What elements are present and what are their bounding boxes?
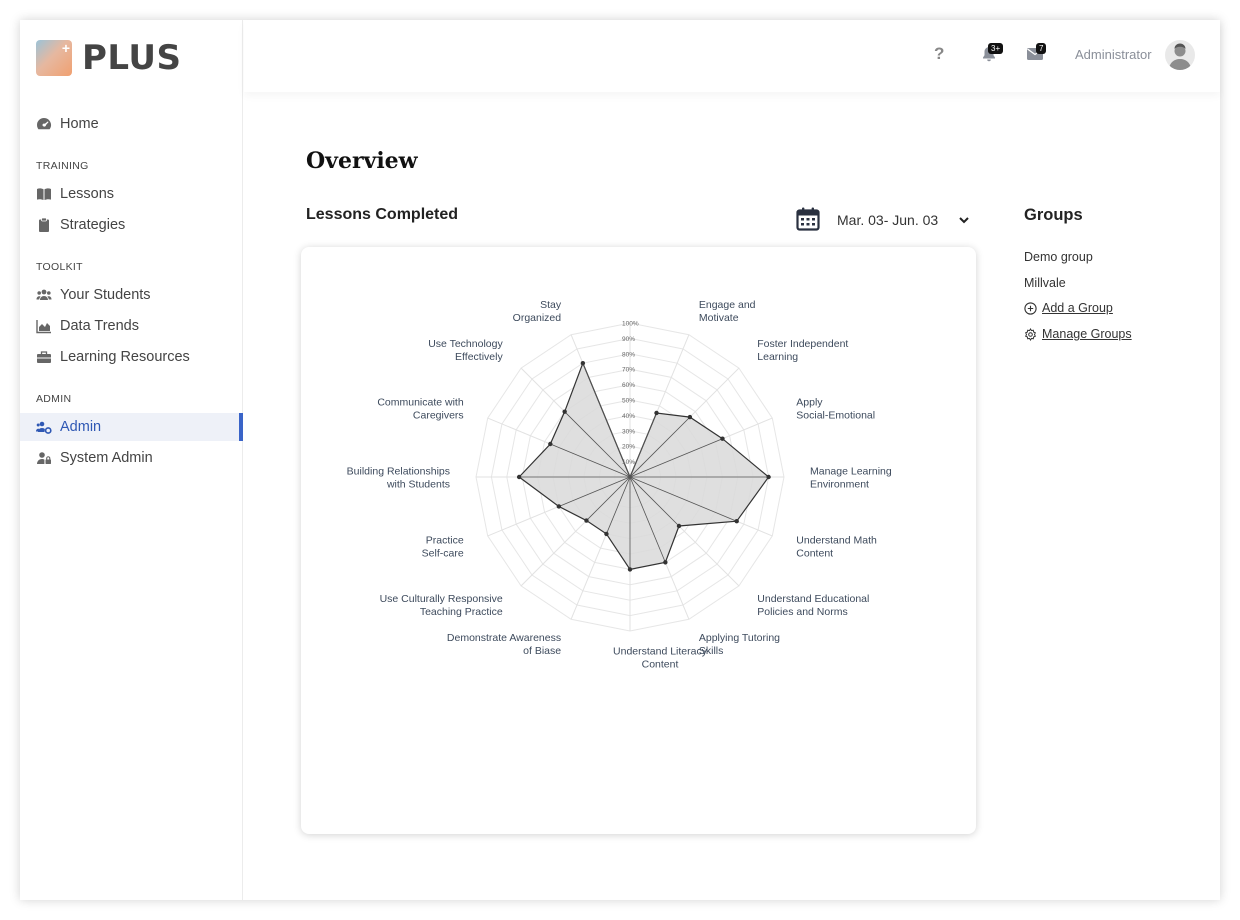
sidebar-item-label: Lessons: [60, 186, 115, 202]
chart-area-icon: [36, 318, 52, 334]
radar-axis-label: Communicate with Caregivers: [377, 397, 464, 422]
top-header: ? 3+ 7 Administrator: [244, 20, 1220, 92]
radar-data-point: [584, 518, 589, 523]
radar-axis-label: Building Relationships with Students: [347, 466, 450, 491]
clipboard-icon: [36, 217, 52, 233]
sidebar-item-label: Data Trends: [60, 318, 139, 334]
manage-groups-button[interactable]: Manage Groups: [1024, 327, 1132, 341]
radar-axis-label: Understand Literacy Content: [613, 646, 708, 671]
messages-badge: 7: [1036, 43, 1047, 54]
app-window: + PLUS Home TRAINING Lessons Strategies …: [20, 20, 1220, 900]
logo-text: PLUS: [82, 38, 182, 78]
radar-axis-label: Demonstrate Awareness of Biase: [447, 632, 561, 657]
manage-groups-label: Manage Groups: [1042, 327, 1132, 341]
radar-data-point: [734, 518, 739, 524]
sidebar: + PLUS Home TRAINING Lessons Strategies …: [20, 20, 243, 900]
sidebar-item-your-students[interactable]: Your Students: [20, 281, 243, 309]
radar-tick-label: 60%: [622, 382, 635, 389]
gear-icon: [1024, 327, 1037, 341]
radar-series-area: [518, 361, 770, 571]
radar-tick-label: 20%: [622, 444, 635, 451]
radar-data-point: [556, 504, 562, 509]
user-name[interactable]: Administrator: [1075, 47, 1152, 62]
chevron-down-icon[interactable]: [958, 213, 970, 225]
radar-data-point: [580, 360, 586, 366]
notifications-badge: 3+: [988, 43, 1004, 54]
date-range-select[interactable]: Mar. 03- Jun. 03: [837, 212, 938, 228]
calendar-icon[interactable]: [796, 207, 820, 231]
radar-tick-label: 100%: [622, 321, 639, 328]
sidebar-item-admin[interactable]: Admin: [20, 413, 243, 441]
lessons-completed-title: Lessons Completed: [306, 206, 459, 223]
section-label-admin: ADMIN: [36, 393, 72, 405]
radar-axis-label: Apply Social-Emotional: [796, 397, 875, 422]
sidebar-item-label: Learning Resources: [60, 349, 190, 365]
radar-data-point: [604, 531, 609, 537]
radar-axis-label: Applying Tutoring Skills: [699, 632, 780, 657]
radar-axis-label: Understand Educational Policies and Norms: [757, 593, 869, 618]
help-icon[interactable]: ?: [934, 44, 944, 64]
radar-axis-label: Stay Organized: [513, 299, 562, 324]
radar-data-point: [720, 436, 725, 441]
dashboard-icon: [36, 116, 52, 132]
radar-data-point: [766, 474, 771, 480]
radar-tick-label: 80%: [622, 351, 635, 358]
group-item-demo[interactable]: Demo group: [1024, 250, 1093, 264]
radar-data-point: [627, 567, 633, 572]
radar-chart-card: 10% 20% 30% 40% 50% 60% 70% 80% 90% 100% Engage an…: [301, 247, 976, 834]
radar-axis-label: Use Culturally Responsive Teaching Practi…: [380, 593, 503, 618]
logo-icon: +: [36, 40, 72, 76]
section-label-training: TRAINING: [36, 160, 89, 172]
radar-axis-label: Use Technology Effectively: [428, 338, 503, 363]
radar-axis-label: Foster Independent Learning: [757, 338, 848, 363]
radar-data-point: [676, 523, 682, 529]
sidebar-nav: Home TRAINING Lessons Strategies TOOLKIT: [20, 110, 243, 475]
sidebar-item-label: System Admin: [60, 450, 153, 466]
sidebar-item-learning-resources[interactable]: Learning Resources: [20, 343, 243, 371]
radar-axis-label: Understand Math Content: [796, 534, 877, 559]
add-group-button[interactable]: Add a Group: [1024, 301, 1113, 315]
radar-tick-label: 30%: [622, 428, 635, 435]
sidebar-item-strategies[interactable]: Strategies: [20, 211, 243, 239]
radar-axis-label: Manage Learning Environment: [810, 466, 892, 491]
radar-tick-label: 70%: [622, 367, 635, 374]
sidebar-item-home[interactable]: Home: [20, 110, 243, 138]
radar-data-point: [516, 474, 522, 480]
page-title: Overview: [306, 148, 418, 174]
radar-axis-label: Practice Self-care: [422, 534, 464, 559]
sidebar-item-label: Admin: [60, 419, 102, 435]
user-lock-icon: [36, 450, 52, 466]
radar-chart: 10% 20% 30% 40% 50% 60% 70% 80% 90% 100% Engage an…: [347, 299, 892, 671]
radar-data-point: [687, 414, 693, 420]
sidebar-item-label: Home: [60, 116, 99, 132]
radar-axis-label: Engage and Motivate: [699, 299, 756, 324]
radar-data-point: [654, 410, 659, 416]
sidebar-item-data-trends[interactable]: Data Trends: [20, 312, 243, 340]
radar-tick-label: 10%: [622, 459, 635, 466]
radar-tick-label: 50%: [622, 398, 635, 405]
group-item-millvale[interactable]: Millvale: [1024, 276, 1066, 290]
add-group-label: Add a Group: [1042, 301, 1113, 315]
avatar[interactable]: [1165, 40, 1195, 70]
sidebar-item-lessons[interactable]: Lessons: [20, 180, 243, 208]
groups-title: Groups: [1024, 206, 1083, 224]
users-gear-icon: [36, 419, 52, 435]
logo[interactable]: + PLUS: [36, 38, 181, 78]
sidebar-item-label: Strategies: [60, 217, 126, 233]
section-label-toolkit: TOOLKIT: [36, 261, 83, 273]
radar-tick-label: 90%: [622, 336, 635, 343]
toolbox-icon: [36, 349, 52, 365]
radar-data-point: [548, 441, 553, 447]
sidebar-item-system-admin[interactable]: System Admin: [20, 444, 243, 472]
radar-tick-label: 40%: [622, 413, 635, 420]
radar-data-point: [663, 560, 668, 565]
users-icon: [36, 287, 52, 303]
radar-data-point: [562, 409, 567, 414]
book-icon: [36, 186, 52, 202]
plus-circle-icon: [1024, 301, 1037, 315]
sidebar-item-label: Your Students: [60, 287, 151, 303]
